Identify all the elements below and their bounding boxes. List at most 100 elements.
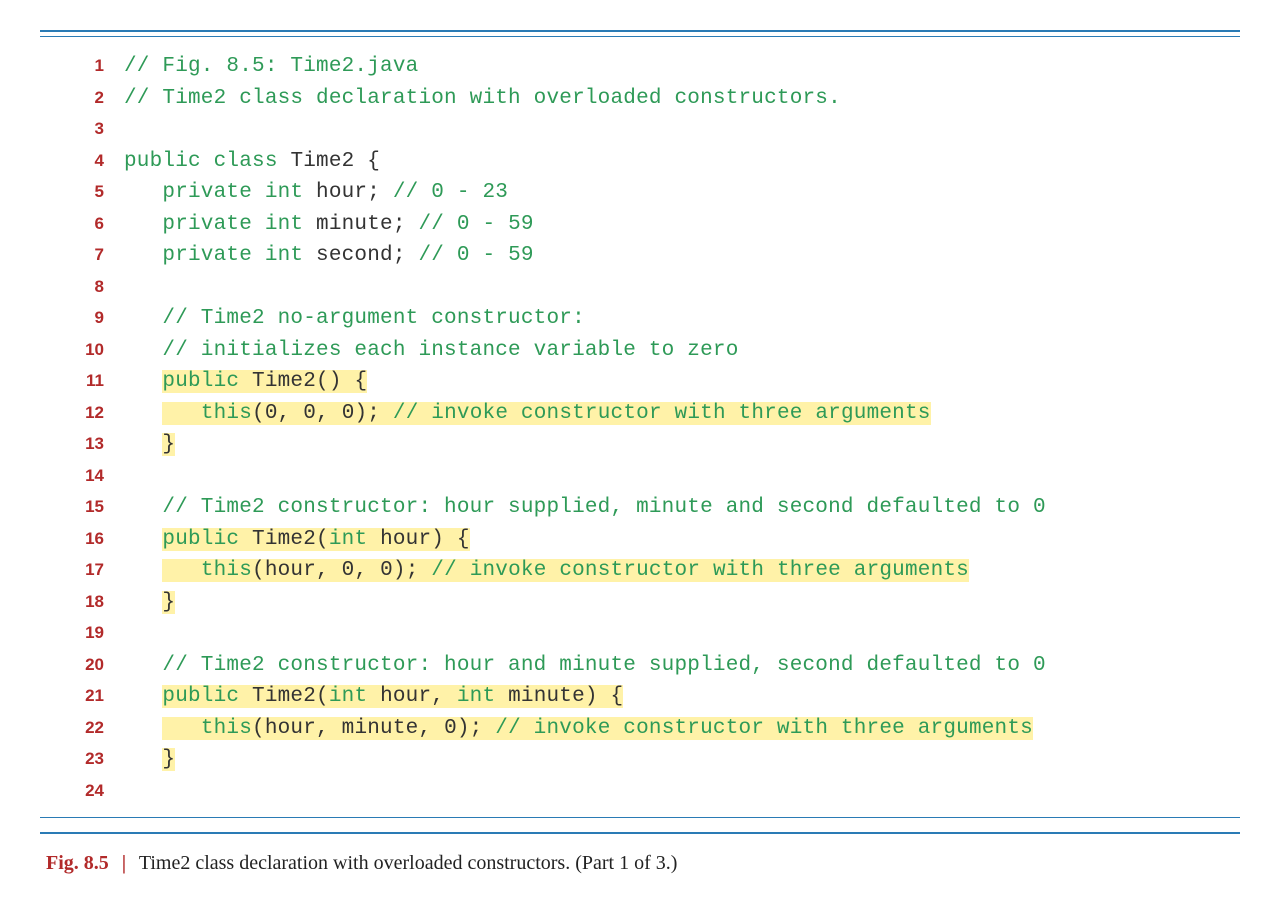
- line-number: 2: [60, 85, 124, 111]
- code-token: [124, 307, 162, 330]
- rule-line: [40, 36, 1240, 37]
- code-token: [124, 685, 162, 708]
- code-token: this: [201, 402, 252, 425]
- code-line: 24: [60, 776, 1220, 808]
- code-token: public class: [124, 150, 290, 173]
- code-line: 10 // initializes each instance variable…: [60, 335, 1220, 367]
- line-number: 19: [60, 620, 124, 646]
- code-token: 0: [342, 402, 355, 425]
- line-number: 5: [60, 179, 124, 205]
- code-token: (hour, minute,: [252, 717, 444, 740]
- code-line: 1// Fig. 8.5: Time2.java: [60, 51, 1220, 83]
- code-token: ,: [278, 402, 304, 425]
- code-token: [162, 402, 200, 425]
- code-token: 0: [444, 717, 457, 740]
- code-token: (: [252, 402, 265, 425]
- code-token: [124, 339, 162, 362]
- line-number: 3: [60, 116, 124, 142]
- code-token: public: [162, 370, 252, 393]
- line-number: 16: [60, 526, 124, 552]
- code-token: int: [329, 528, 380, 551]
- line-number: 6: [60, 211, 124, 237]
- line-number: 20: [60, 652, 124, 678]
- code-token: minute;: [316, 213, 418, 236]
- line-number: 1: [60, 53, 124, 79]
- code-token: );: [355, 402, 393, 425]
- code-token: second;: [316, 244, 418, 267]
- code-line: 17 this(hour, 0, 0); // invoke construct…: [60, 555, 1220, 587]
- code-token: // Time2 constructor: hour and minute su…: [162, 654, 1045, 677]
- code-token: (hour,: [252, 559, 342, 582]
- code-token: 0: [303, 402, 316, 425]
- code-token: // initializes each instance variable to…: [162, 339, 738, 362]
- code-token: [124, 528, 162, 551]
- code-line: 7 private int second; // 0 - 59: [60, 240, 1220, 272]
- code-line: 20 // Time2 constructor: hour and minute…: [60, 650, 1220, 682]
- code-token: // Time2 constructor: hour supplied, min…: [162, 496, 1045, 519]
- code-token: [124, 654, 162, 677]
- code-line: 15 // Time2 constructor: hour supplied, …: [60, 492, 1220, 524]
- line-number: 18: [60, 589, 124, 615]
- code-token: private int: [162, 244, 316, 267]
- code-token: }: [162, 748, 175, 771]
- code-token: // 0 - 59: [418, 244, 533, 267]
- line-number: 12: [60, 400, 124, 426]
- code-token: ,: [316, 402, 342, 425]
- code-token: ,: [354, 559, 380, 582]
- line-number: 7: [60, 242, 124, 268]
- line-number: 8: [60, 274, 124, 300]
- code-token: 0: [380, 559, 393, 582]
- line-number: 9: [60, 305, 124, 331]
- line-number: 15: [60, 494, 124, 520]
- figure-label: Fig. 8.5: [46, 852, 109, 874]
- code-line: 21 public Time2(int hour, int minute) {: [60, 681, 1220, 713]
- rule-line: [40, 817, 1240, 818]
- line-number: 13: [60, 431, 124, 457]
- code-token: // invoke constructor with three argumen…: [393, 402, 931, 425]
- code-token: public: [162, 685, 252, 708]
- code-token: minute) {: [508, 685, 623, 708]
- code-token: 0: [342, 559, 355, 582]
- code-line: 2// Time2 class declaration with overloa…: [60, 83, 1220, 115]
- code-token: [124, 559, 162, 582]
- code-token: this: [201, 717, 252, 740]
- code-token: private int: [162, 181, 316, 204]
- code-token: [124, 433, 162, 456]
- code-token: [124, 591, 162, 614]
- code-line: 12 this(0, 0, 0); // invoke constructor …: [60, 398, 1220, 430]
- figure-caption-text: Time2 class declaration with overloaded …: [139, 852, 678, 874]
- code-token: int: [457, 685, 508, 708]
- code-token: [124, 213, 162, 236]
- code-line: 6 private int minute; // 0 - 59: [60, 209, 1220, 241]
- code-token: [124, 496, 162, 519]
- code-token: [124, 244, 162, 267]
- code-token: );: [457, 717, 495, 740]
- code-token: [162, 717, 200, 740]
- code-token: Time2 {: [290, 150, 380, 173]
- code-token: 0: [265, 402, 278, 425]
- code-token: [124, 717, 162, 740]
- code-line: 9 // Time2 no-argument constructor:: [60, 303, 1220, 335]
- code-token: // invoke constructor with three argumen…: [495, 717, 1033, 740]
- code-token: Time2(: [252, 685, 329, 708]
- code-token: hour;: [316, 181, 393, 204]
- code-line: 22 this(hour, minute, 0); // invoke cons…: [60, 713, 1220, 745]
- code-token: [124, 181, 162, 204]
- code-token: int: [329, 685, 380, 708]
- code-token: // invoke constructor with three argumen…: [431, 559, 969, 582]
- line-number: 23: [60, 746, 124, 772]
- line-number: 21: [60, 683, 124, 709]
- code-token: [162, 559, 200, 582]
- figure-separator: |: [114, 852, 134, 874]
- code-token: public: [162, 528, 252, 551]
- line-number: 17: [60, 557, 124, 583]
- code-line: 3: [60, 114, 1220, 146]
- code-token: // 0 - 23: [393, 181, 508, 204]
- code-token: );: [393, 559, 431, 582]
- code-token: hour,: [380, 685, 457, 708]
- code-line: 19: [60, 618, 1220, 650]
- line-number: 11: [60, 368, 124, 394]
- code-line: 16 public Time2(int hour) {: [60, 524, 1220, 556]
- code-token: }: [162, 591, 175, 614]
- code-line: 8: [60, 272, 1220, 304]
